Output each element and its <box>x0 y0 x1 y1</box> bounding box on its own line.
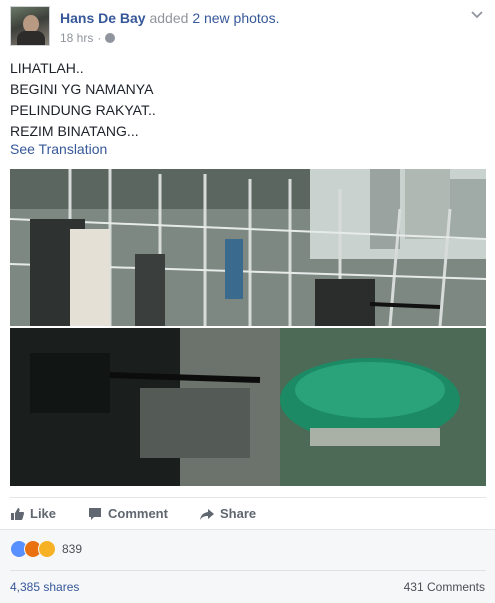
shares-count-link[interactable]: 4,385 shares <box>10 580 79 594</box>
comment-label: Comment <box>108 506 168 521</box>
post-text-line: PELINDUNG RAKYAT.. <box>10 102 156 118</box>
photos-count-link[interactable]: 2 new photos. <box>192 10 279 26</box>
like-label: Like <box>30 506 57 521</box>
reaction-icons[interactable] <box>10 540 56 558</box>
share-button[interactable]: Share <box>200 506 256 521</box>
stats-divider <box>10 570 486 571</box>
meta-separator: · <box>97 31 102 45</box>
photo-sniper-scene-image <box>10 328 486 486</box>
share-label: Share <box>220 506 257 521</box>
post-text: LIHATLAH.. BEGINI YG NAMANYA PELINDUNG R… <box>10 58 156 142</box>
post-meta: 18 hrs · <box>60 31 116 45</box>
chevron-down-icon[interactable] <box>471 8 483 22</box>
post-text-line: REZIM BINATANG... <box>10 123 139 139</box>
post-photo-1[interactable] <box>10 169 486 326</box>
photo-bridge-scene-image <box>10 169 486 326</box>
reactions-section: 839 4,385 shares 431 Comments <box>0 529 495 603</box>
author-avatar[interactable] <box>10 6 50 46</box>
author-name-link[interactable]: Hans De Bay <box>60 10 146 26</box>
post-header: Hans De Bay added 2 new photos. 18 hrs · <box>0 0 495 52</box>
comments-count-link[interactable]: 431 Comments <box>404 580 485 594</box>
like-button[interactable]: Like <box>10 506 56 521</box>
thumbs-up-icon <box>11 507 24 520</box>
post-text-line: LIHATLAH.. <box>10 60 84 76</box>
actions-top-divider <box>10 497 486 498</box>
post-photo-2[interactable] <box>10 328 486 486</box>
comment-button[interactable]: Comment <box>88 506 168 521</box>
post-action-text: added 2 new photos. <box>149 10 280 26</box>
share-arrow-icon <box>200 508 214 520</box>
comment-icon <box>89 507 101 520</box>
wow-reaction-icon <box>38 540 56 558</box>
post-title-line: Hans De Bay added 2 new photos. <box>60 10 279 26</box>
post-text-line: BEGINI YG NAMANYA <box>10 81 154 97</box>
globe-icon[interactable] <box>105 33 116 43</box>
reaction-count[interactable]: 839 <box>62 542 82 556</box>
post-actions-bar: Like Comment Share <box>10 502 486 526</box>
see-translation-link[interactable]: See Translation <box>10 141 107 157</box>
post-timestamp[interactable]: 18 hrs <box>60 31 93 45</box>
